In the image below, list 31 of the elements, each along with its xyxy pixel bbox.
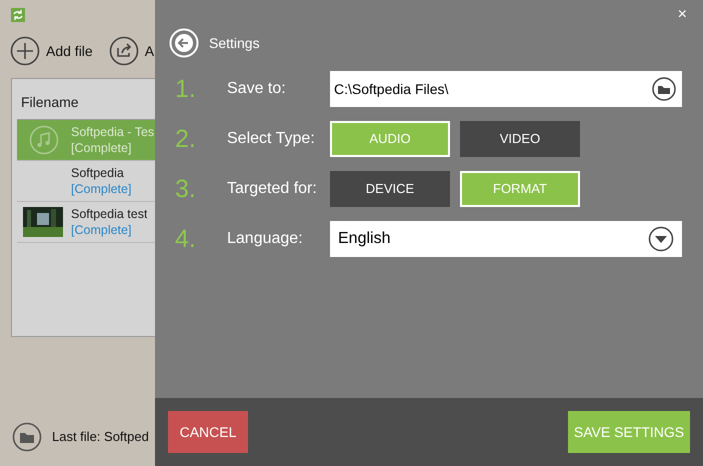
step-number: 1. <box>175 76 197 102</box>
settings-title: Settings <box>209 34 260 53</box>
step-number: 4. <box>175 226 197 252</box>
folder-icon[interactable] <box>652 77 676 101</box>
plus-icon[interactable] <box>10 36 40 66</box>
file-status: [Complete] <box>71 222 132 238</box>
share-icon[interactable] <box>108 36 139 66</box>
file-status: [Complete] <box>71 181 132 197</box>
field-label: Select Type: <box>227 129 316 149</box>
type-option[interactable]: DEVICE <box>330 171 450 207</box>
cancel-button[interactable]: CANCEL <box>168 411 248 453</box>
step-number: 2. <box>175 126 197 152</box>
language-dropdown[interactable]: English <box>330 221 682 257</box>
column-header: Filename <box>20 93 80 112</box>
file-name: Softpedia <box>71 165 125 181</box>
file-name: Softpedia test <box>71 206 148 222</box>
step-number: 3. <box>175 176 197 202</box>
file-name: Softpedia - Tes <box>71 124 154 140</box>
field-label: Targeted for: <box>227 179 318 199</box>
save-path-field[interactable]: C:\Softpedia Files\ <box>330 71 682 107</box>
last-file-text: Last file: Softped <box>52 428 149 446</box>
type-option[interactable]: VIDEO <box>460 121 580 157</box>
toolbar-label[interactable]: A <box>144 40 154 62</box>
music-note-icon <box>29 125 59 155</box>
field-label: Language: <box>227 229 304 249</box>
file-status: [Complete] <box>71 140 132 156</box>
add-file-label[interactable]: Add file <box>46 40 93 62</box>
close-button[interactable]: × <box>678 2 687 28</box>
convert-icon[interactable] <box>11 8 25 22</box>
folder-icon[interactable] <box>12 422 42 452</box>
field-label: Save to: <box>227 79 287 99</box>
